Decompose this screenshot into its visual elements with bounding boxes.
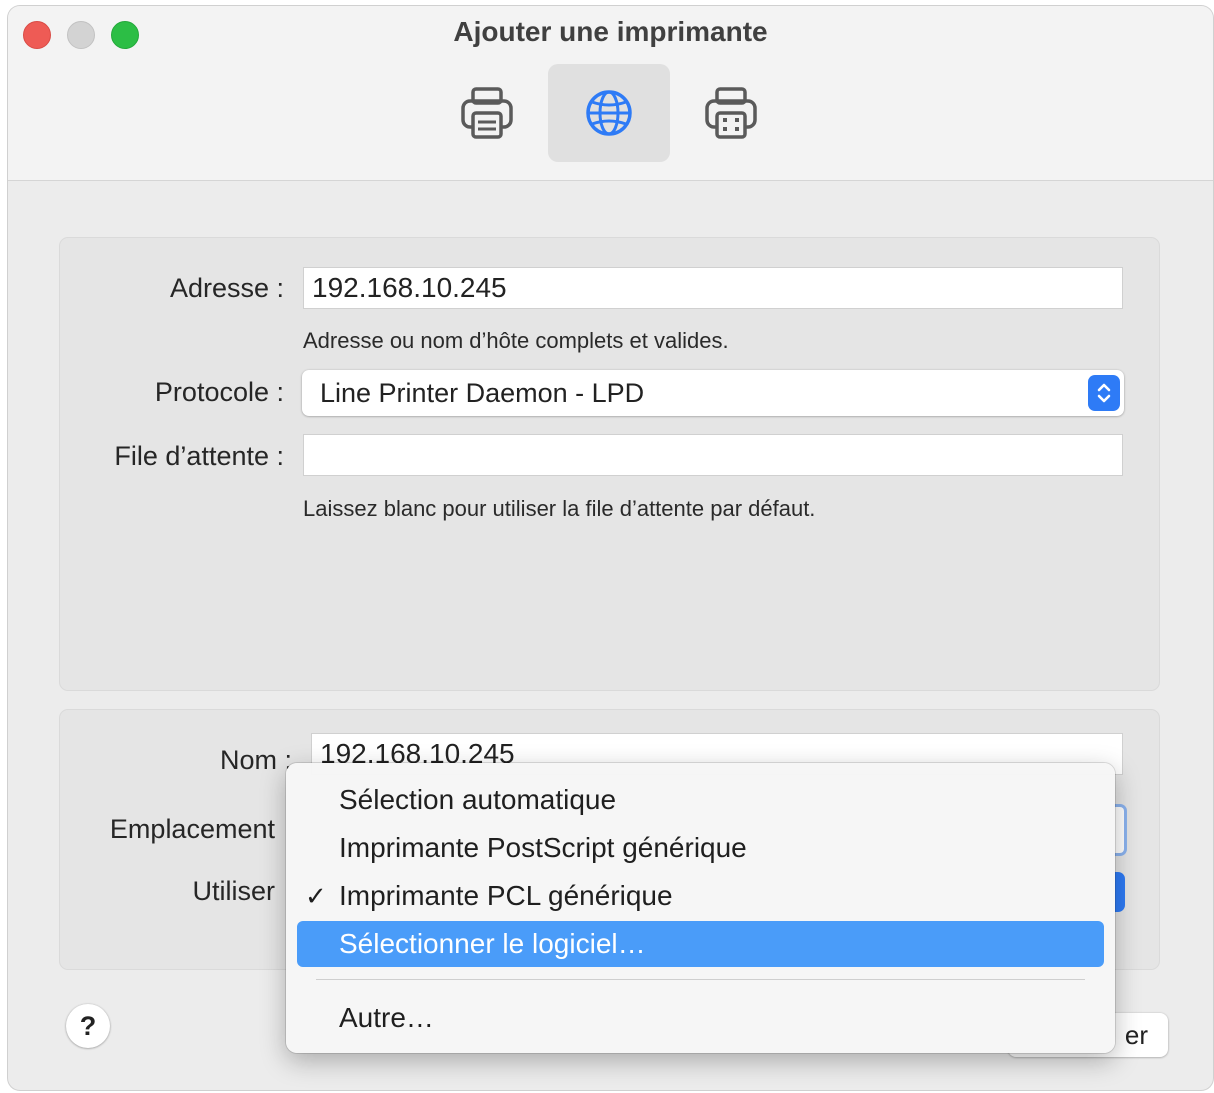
queue-hint: Laissez blanc pour utiliser la file d’at… xyxy=(303,496,816,521)
protocol-label: Protocole : xyxy=(154,377,284,407)
protocol-value: Line Printer Daemon - LPD xyxy=(320,378,645,408)
menu-item-select-software[interactable]: Sélectionner le logiciel… xyxy=(297,921,1104,967)
printer-icon xyxy=(461,87,513,139)
menu-item-label: Imprimante PCL générique xyxy=(339,880,673,911)
fax-printer-icon xyxy=(705,87,757,139)
queue-field[interactable] xyxy=(303,434,1123,476)
queue-label: File d’attente : xyxy=(114,441,284,471)
checkmark-icon: ✓ xyxy=(305,881,327,911)
protocol-popup[interactable]: Line Printer Daemon - LPD xyxy=(302,370,1124,416)
chevron-updown-icon xyxy=(1088,375,1120,411)
name-label: Nom : xyxy=(219,745,292,775)
menu-item-label: Autre… xyxy=(339,1002,434,1033)
menu-item-label: Imprimante PostScript générique xyxy=(339,832,747,863)
use-popup-edge[interactable] xyxy=(1115,872,1125,912)
menu-item-generic-postscript[interactable]: Imprimante PostScript générique xyxy=(297,825,1104,871)
help-button[interactable]: ? xyxy=(66,1004,110,1048)
menu-separator xyxy=(316,979,1085,980)
location-field-edge[interactable] xyxy=(1115,804,1127,856)
address-field[interactable]: 192.168.10.245 xyxy=(303,267,1123,309)
title-bar: Ajouter une imprimante xyxy=(8,6,1213,181)
menu-item-label: Sélectionner le logiciel… xyxy=(339,928,646,959)
driver-popup-menu: Sélection automatique Imprimante PostScr… xyxy=(286,763,1115,1053)
menu-item-automatic[interactable]: Sélection automatique xyxy=(297,777,1104,823)
globe-icon xyxy=(586,90,632,136)
address-hint: Adresse ou nom d’hôte complets et valide… xyxy=(303,328,729,353)
ip-printer-tab[interactable] xyxy=(548,64,670,162)
default-printer-tab[interactable] xyxy=(426,64,548,162)
address-label: Adresse : xyxy=(169,273,284,303)
windows-printer-tab[interactable] xyxy=(670,64,792,162)
window-title: Ajouter une imprimante xyxy=(453,16,768,47)
menu-item-generic-pcl[interactable]: ✓ Imprimante PCL générique xyxy=(297,873,1104,919)
menu-item-other[interactable]: Autre… xyxy=(297,995,1104,1041)
menu-item-label: Sélection automatique xyxy=(339,784,617,815)
use-label: Utiliser xyxy=(192,876,275,906)
location-label: Emplacement xyxy=(109,814,275,844)
